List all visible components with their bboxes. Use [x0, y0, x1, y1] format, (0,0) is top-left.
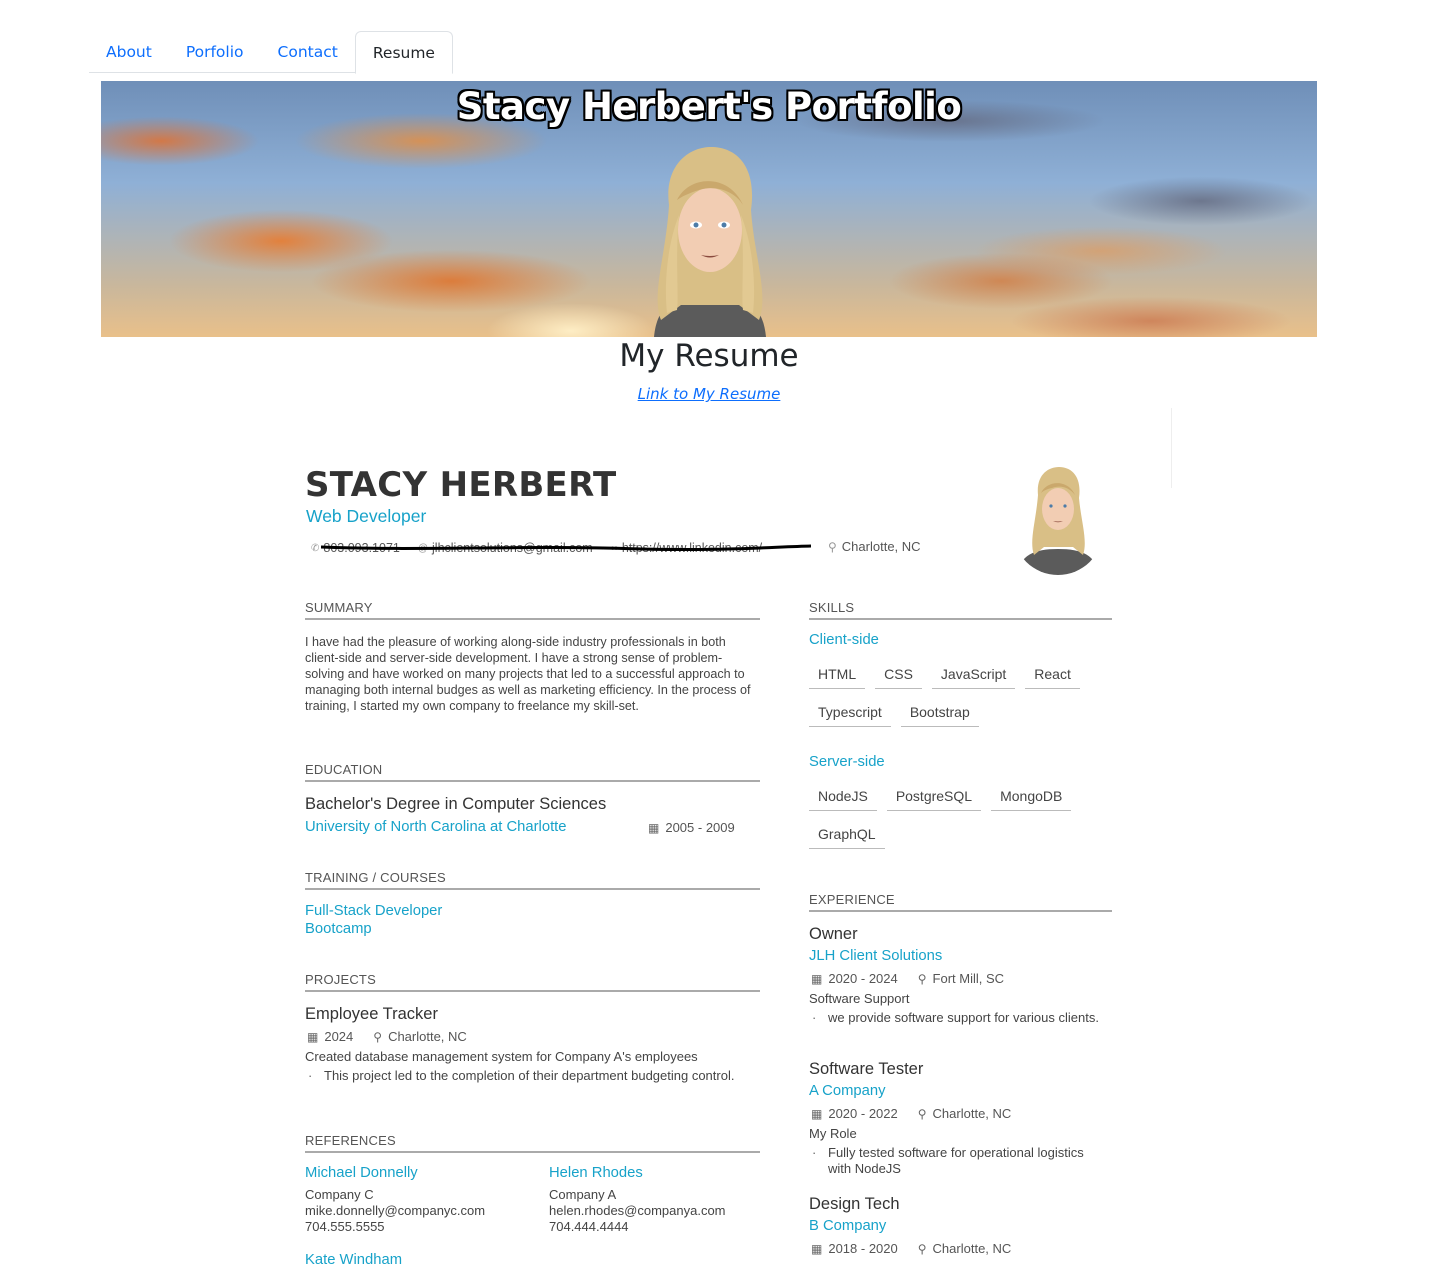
experience-dates: 2020 - 2024 [828, 971, 898, 986]
calendar-icon: ▦ [811, 971, 823, 986]
calendar-icon: ▦ [811, 1241, 823, 1256]
reference-email: helen.rhodes@companya.com [549, 1203, 726, 1218]
education-dates-text: 2005 - 2009 [665, 820, 735, 835]
reference-phone: 704.444.4444 [549, 1219, 629, 1234]
avatar-illustration [654, 147, 766, 337]
education-section-title: EDUCATION [305, 762, 760, 782]
experience-summary: My Role [809, 1126, 857, 1141]
divider [1171, 408, 1172, 488]
map-pin-icon: ⚲ [828, 539, 837, 554]
reference-company: Company A [549, 1187, 617, 1202]
experience-summary: Software Support [809, 991, 910, 1006]
reference-card: Michael Donnelly Company C mike.donnelly… [305, 1165, 485, 1235]
resume-link[interactable]: Link to My Resume [0, 385, 1418, 403]
reference-card: Helen Rhodes Company A helen.rhodes@comp… [549, 1165, 726, 1235]
experience-company: A Company [809, 1083, 886, 1099]
skill-tag: Typescript [809, 701, 891, 727]
skill-tags-client: HTML CSS JavaScript React Typescript Boo… [809, 663, 1114, 739]
location-text: Charlotte, NC [841, 539, 921, 554]
experience-dates: 2020 - 2022 [828, 1106, 898, 1121]
experience-dates: 2018 - 2020 [828, 1241, 898, 1256]
skill-tag: GraphQL [809, 823, 885, 849]
resume-role: Web Developer [306, 506, 427, 526]
summary-text: I have had the pleasure of working along… [305, 635, 751, 713]
experience-meta: ▦ 2020 - 2022 ⚲ Charlotte, NC [811, 1106, 1011, 1121]
tab-resume[interactable]: Resume [354, 31, 453, 74]
calendar-icon: ▦ [811, 1106, 823, 1121]
reference-email: mike.donnelly@companyc.com [305, 1203, 486, 1218]
skill-tag: Bootstrap [900, 701, 979, 727]
experience-location: Charlotte, NC [932, 1106, 1012, 1121]
training-line-1: Full-Stack Developer [305, 903, 443, 919]
project-name: Employee Tracker [305, 1005, 438, 1023]
profile-avatar [1013, 467, 1103, 575]
education-degree: Bachelor's Degree in Computer Sciences [305, 795, 607, 813]
tab-contact[interactable]: Contact [261, 31, 355, 73]
skill-tag: PostgreSQL [886, 785, 982, 811]
nav-tabs: About Porfolio Contact Resume [89, 31, 453, 74]
references-section-title: REFERENCES [305, 1133, 760, 1153]
experience-position: Design Tech [809, 1195, 900, 1213]
projects-section-title: PROJECTS [305, 972, 760, 992]
skill-tag: HTML [809, 663, 866, 689]
experience-meta: ▦ 2020 - 2024 ⚲ Fort Mill, SC [811, 971, 1004, 986]
project-location: Charlotte, NC [388, 1029, 467, 1044]
education-dates: ▦ 2005 - 2009 [648, 820, 735, 835]
map-pin-icon: ⚲ [917, 1106, 927, 1121]
skill-group-title: Client-side [809, 632, 879, 648]
training-section-title: TRAINING / COURSES [305, 870, 760, 890]
experience-bullet: we provide software support for various … [809, 1010, 1104, 1026]
experience-position: Owner [809, 925, 858, 943]
experience-company: B Company [809, 1218, 887, 1234]
map-pin-icon: ⚲ [373, 1029, 383, 1044]
page-title: My Resume [619, 338, 799, 374]
contact-location: ⚲ Charlotte, NC [828, 539, 921, 554]
reference-name: Kate Windham [305, 1252, 403, 1267]
calendar-icon: ▦ [307, 1029, 319, 1044]
skill-tag: MongoDB [991, 785, 1072, 811]
skill-tag: NodeJS [809, 785, 877, 811]
skills-section-title: SKILLS [809, 600, 1112, 620]
experience-company: JLH Client Solutions [809, 948, 943, 964]
skill-tag: CSS [875, 663, 922, 689]
tab-about[interactable]: About [89, 31, 169, 73]
skill-group-title: Server-side [809, 754, 885, 770]
calendar-icon: ▦ [648, 820, 660, 835]
phone-icon: ✆ [311, 542, 320, 554]
experience-meta: ▦ 2018 - 2020 ⚲ Charlotte, NC [811, 1241, 1011, 1256]
reference-name: Michael Donnelly [305, 1165, 418, 1181]
redaction-scribble [321, 544, 811, 551]
education-school: University of North Carolina at Charlott… [305, 819, 567, 835]
skill-tag: JavaScript [931, 663, 1016, 689]
experience-position: Software Tester [809, 1060, 924, 1078]
project-description: Created database management system for C… [305, 1049, 698, 1064]
experience-section-title: EXPERIENCE [809, 892, 1112, 912]
map-pin-icon: ⚲ [917, 971, 927, 986]
project-bullet: This project led to the completion of th… [305, 1068, 745, 1084]
reference-name: Helen Rhodes [549, 1165, 643, 1181]
project-year: 2024 [324, 1029, 354, 1044]
banner-title: Stacy Herbert's Portfolio [456, 85, 962, 128]
skill-tags-server: NodeJS PostgreSQL MongoDB GraphQL [809, 785, 1114, 861]
project-meta: ▦ 2024 ⚲ Charlotte, NC [307, 1029, 467, 1044]
reference-card: Kate Windham [305, 1252, 402, 1267]
training-line-2: Bootcamp [305, 921, 372, 937]
resume-name: STACY HERBERT [305, 465, 617, 505]
summary-section-title: SUMMARY [305, 600, 760, 620]
reference-phone: 704.555.5555 [305, 1219, 385, 1234]
reference-company: Company C [305, 1187, 374, 1202]
tab-portfolio[interactable]: Porfolio [169, 31, 261, 73]
experience-bullet: Fully tested software for operational lo… [809, 1145, 1109, 1177]
experience-location: Charlotte, NC [932, 1241, 1012, 1256]
map-pin-icon: ⚲ [917, 1241, 927, 1256]
skill-tag: React [1025, 663, 1080, 689]
experience-location: Fort Mill, SC [932, 971, 1005, 986]
